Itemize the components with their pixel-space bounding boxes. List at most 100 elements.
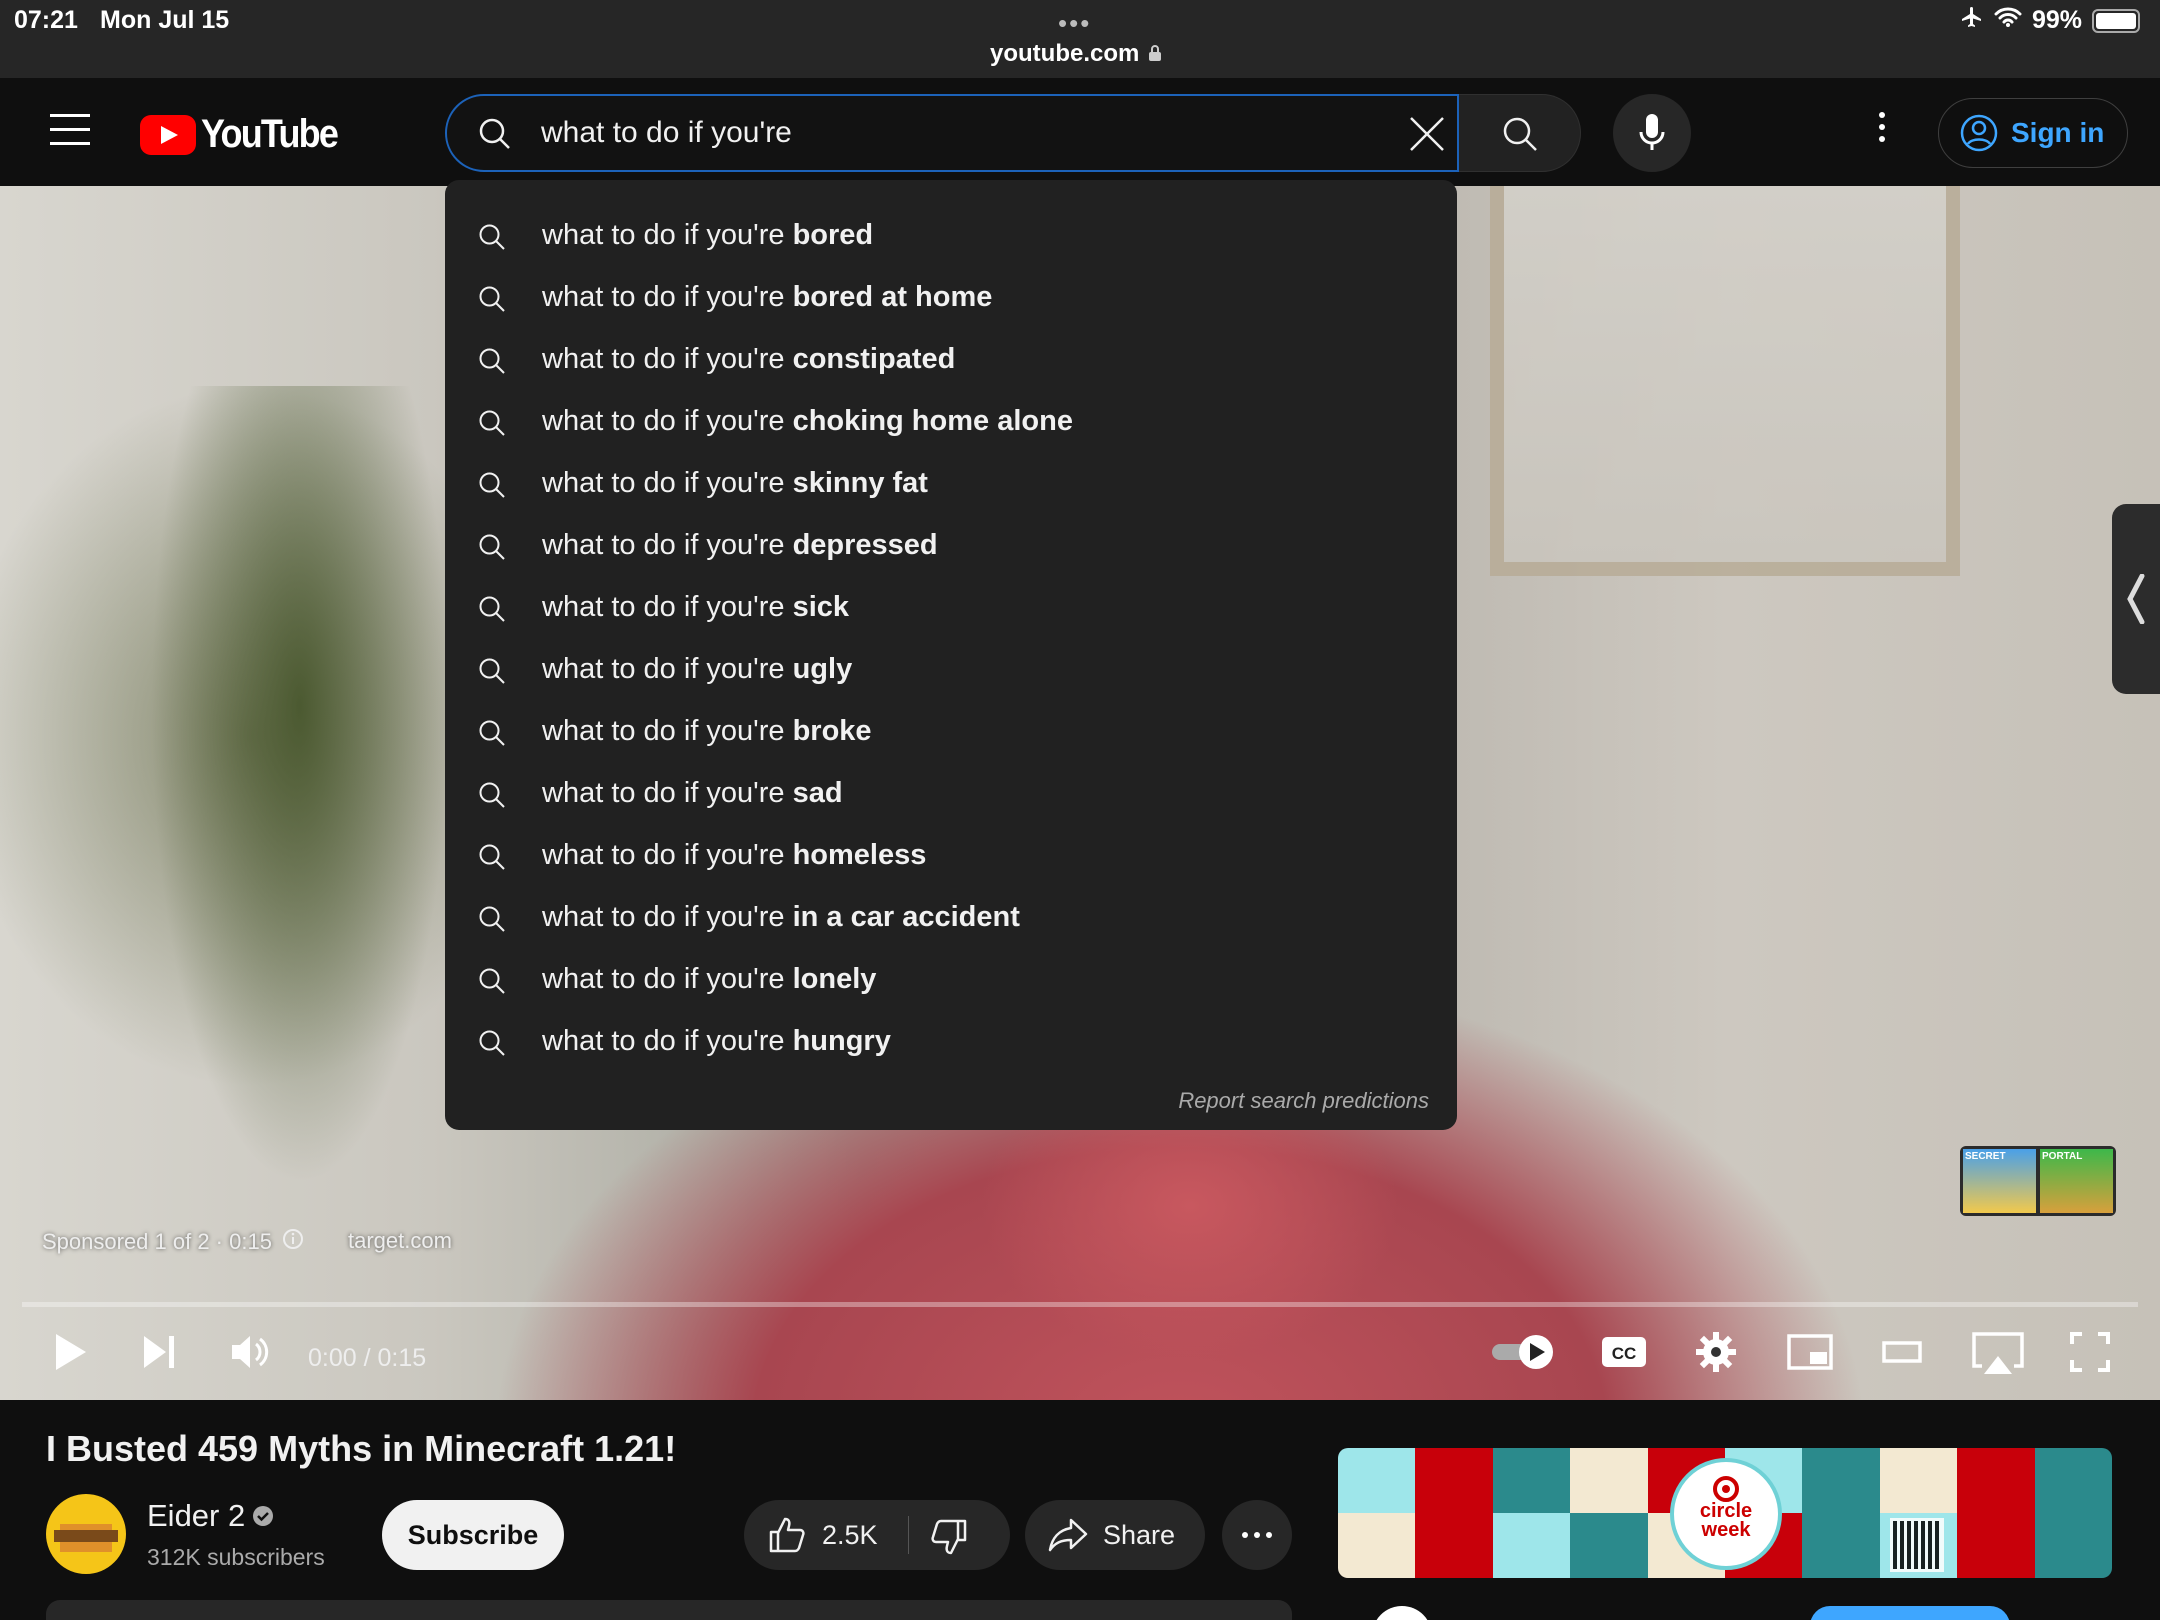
time-display: 0:00 / 0:15 <box>308 1344 427 1372</box>
ad-banner-tile <box>1879 1448 1958 1513</box>
suggestion-text: what to do if you're in a car accident <box>542 901 1020 934</box>
suggestion-item[interactable]: what to do if you're sad <box>445 762 1457 824</box>
ad-banner-tile <box>1957 1448 2035 1513</box>
suggestion-item[interactable]: what to do if you're homeless <box>445 824 1457 886</box>
suggestion-prefix: what to do if you're <box>542 962 785 995</box>
search-icon <box>477 780 507 815</box>
suggestion-text: what to do if you're depressed <box>542 529 938 562</box>
ad-banner-tile <box>1570 1448 1648 1513</box>
ad-cta-button[interactable] <box>1810 1606 2010 1620</box>
suggestion-completion: depressed <box>792 528 938 561</box>
target-logo-icon <box>1713 1476 1739 1502</box>
info-icon[interactable] <box>282 1228 304 1256</box>
search-input[interactable] <box>541 104 1321 162</box>
airplane-icon <box>1960 5 1984 36</box>
suggestion-completion: homeless <box>792 838 927 871</box>
suggestion-item[interactable]: what to do if you're sick <box>445 576 1457 638</box>
suggestion-text: what to do if you're choking home alone <box>542 405 1073 438</box>
ad-banner-tile <box>2034 1448 2112 1513</box>
suggestion-text: what to do if you're sad <box>542 777 843 810</box>
suggestion-prefix: what to do if you're <box>542 838 785 871</box>
miniplayer-icon[interactable] <box>1786 1330 1834 1379</box>
fullscreen-icon[interactable] <box>2068 1330 2112 1379</box>
more-actions-icon[interactable] <box>1222 1500 1292 1570</box>
volume-icon[interactable] <box>228 1330 274 1379</box>
suggestion-item[interactable]: what to do if you're depressed <box>445 514 1457 576</box>
side-panel-tab[interactable] <box>2112 504 2160 694</box>
description-box[interactable] <box>46 1600 1292 1620</box>
video-title: I Busted 459 Myths in Minecraft 1.21! <box>46 1428 677 1469</box>
suggestion-item[interactable]: what to do if you're ugly <box>445 638 1457 700</box>
sign-in-label: Sign in <box>2011 117 2105 148</box>
airplay-icon[interactable] <box>1970 1330 2026 1383</box>
suggestion-item[interactable]: what to do if you're bored at home <box>445 266 1457 328</box>
suggestion-text: what to do if you're lonely <box>542 963 876 996</box>
search-icon <box>477 532 507 567</box>
more-options-icon[interactable] <box>1864 112 1900 152</box>
suggestion-text: what to do if you're sick <box>542 591 849 624</box>
suggestion-prefix: what to do if you're <box>542 404 785 437</box>
clear-search-icon[interactable] <box>1407 114 1447 159</box>
settings-gear-icon[interactable] <box>1694 1330 1738 1379</box>
status-time: 07:21 <box>14 6 78 34</box>
channel-avatar[interactable] <box>46 1494 126 1574</box>
suggestion-completion: choking home alone <box>792 404 1073 437</box>
suggestion-text: what to do if you're bored at home <box>542 281 992 314</box>
search-box[interactable] <box>445 94 1459 172</box>
suggestion-item[interactable]: what to do if you're hungry <box>445 1010 1457 1072</box>
play-icon[interactable] <box>50 1330 90 1379</box>
ad-banner-tile <box>1802 1513 1880 1578</box>
voice-search-button[interactable] <box>1613 94 1691 172</box>
advertiser-link[interactable]: target.com <box>348 1228 452 1254</box>
thumbs-up-icon[interactable] <box>768 1516 806 1559</box>
status-indicators: 99% <box>1960 5 2140 36</box>
like-count[interactable]: 2.5K <box>822 1520 878 1551</box>
search-icon <box>477 718 507 753</box>
theater-mode-icon[interactable] <box>1880 1330 1924 1379</box>
suggestion-item[interactable]: what to do if you're bored <box>445 204 1457 266</box>
account-icon <box>1960 114 1998 152</box>
search-icon <box>477 1028 507 1063</box>
youtube-logo[interactable]: YouTube <box>140 112 352 157</box>
chevron-left-icon <box>2127 574 2145 624</box>
suggestion-text: what to do if you're skinny fat <box>542 467 928 500</box>
ad-sponsored-badge: Sponsored 1 of 2 · 0:15 <box>42 1228 304 1256</box>
thumbs-down-icon[interactable] <box>930 1518 968 1561</box>
ad-banner-tile <box>1338 1448 1416 1513</box>
multitask-dots[interactable]: ••• <box>1058 8 1091 39</box>
sponsored-label: Sponsored 1 of 2 · 0:15 <box>42 1229 272 1254</box>
suggestion-completion: bored <box>792 218 874 251</box>
channel-name[interactable]: Eider 2 <box>147 1498 245 1534</box>
search-icon <box>477 346 507 381</box>
sign-in-button[interactable]: Sign in <box>1938 98 2128 168</box>
masthead: YouTube Sign in <box>0 78 2160 186</box>
battery-percent: 99% <box>2031 6 2082 34</box>
address-bar-url[interactable]: youtube.com <box>990 40 1139 68</box>
suggestion-item[interactable]: what to do if you're constipated <box>445 328 1457 390</box>
captions-icon[interactable]: CC <box>1600 1330 1648 1379</box>
suggestion-item[interactable]: what to do if you're choking home alone <box>445 390 1457 452</box>
progress-bar[interactable] <box>22 1302 2138 1307</box>
next-icon[interactable] <box>140 1330 180 1379</box>
suggestion-item[interactable]: what to do if you're lonely <box>445 948 1457 1010</box>
hamburger-menu-icon[interactable] <box>50 114 90 146</box>
search-submit-icon <box>1503 117 1537 151</box>
suggestion-item[interactable]: what to do if you're in a car accident <box>445 886 1457 948</box>
ad-banner-tile <box>1570 1513 1648 1578</box>
search-button[interactable] <box>1459 94 1581 172</box>
ad-thumbnail[interactable]: SECRET PORTAL <box>1960 1146 2116 1216</box>
report-search-predictions-link[interactable]: Report search predictions <box>1178 1088 1429 1114</box>
suggestion-item[interactable]: what to do if you're skinny fat <box>445 452 1457 514</box>
search-icon <box>477 116 513 157</box>
battery-icon <box>2092 8 2140 33</box>
status-bar: 07:21 Mon Jul 15 ••• youtube.com 99% <box>0 0 2160 78</box>
youtube-page: 07:21 Mon Jul 15 ••• youtube.com 99% You… <box>0 0 2160 1620</box>
subscribe-button[interactable]: Subscribe <box>382 1500 564 1570</box>
lock-icon <box>1148 44 1162 67</box>
share-button[interactable]: Share <box>1025 1500 1205 1570</box>
ad-text-line2: week <box>1701 1519 1751 1541</box>
suggestion-item[interactable]: what to do if you're broke <box>445 700 1457 762</box>
qr-code-icon <box>1890 1518 1944 1572</box>
subscriber-count: 312K subscribers <box>147 1544 325 1570</box>
autoplay-toggle-icon[interactable] <box>1490 1330 1558 1379</box>
